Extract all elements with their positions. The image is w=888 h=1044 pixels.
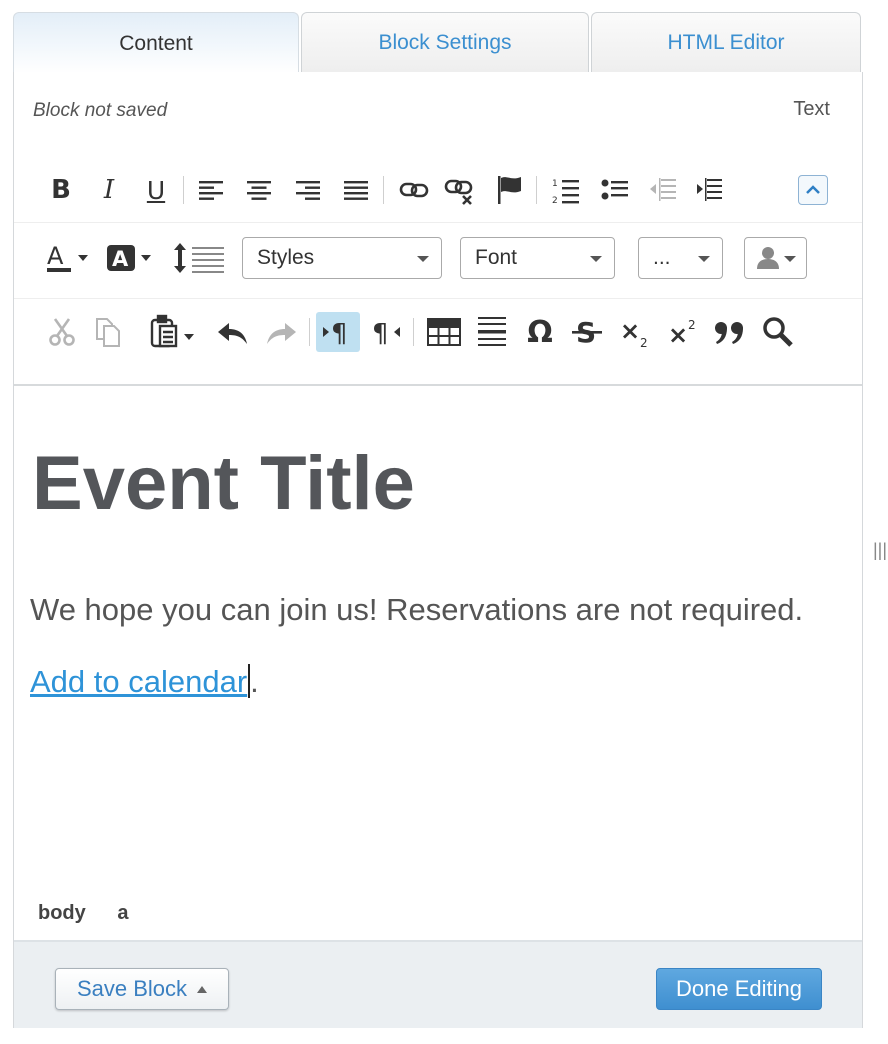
subscript-icon[interactable]: × 2 [618,314,652,350]
tab-html-editor[interactable]: HTML Editor [591,12,861,72]
body-paragraph[interactable]: We hope you can join us! Reservations ar… [30,592,803,628]
svg-text:¶: ¶ [372,319,389,346]
tab-content-label: Content [119,31,193,55]
align-center-icon[interactable] [245,176,273,204]
save-block-label: Save Block [76,976,188,1001]
done-editing-label: Done Editing [676,976,802,1001]
underline-icon[interactable]: U [141,174,171,206]
background-color-icon[interactable]: A [106,240,154,276]
paste-icon[interactable] [148,314,198,350]
toolbar-row-1-border [14,222,862,223]
chevron-down-icon [698,256,710,262]
svg-text:2: 2 [688,318,696,332]
personalize-dropdown[interactable] [744,237,807,279]
find-icon[interactable] [761,314,795,350]
align-left-icon[interactable] [197,176,225,204]
toolbar-divider [14,384,862,386]
horizontal-rule-icon[interactable] [476,314,508,350]
element-path-body[interactable]: body [38,902,86,924]
save-block-button[interactable]: Save Block [55,968,229,1010]
link-icon[interactable] [398,176,430,204]
toolbar-separator [183,176,184,204]
editor-panel [13,72,863,1028]
styles-dropdown-label: Styles [257,246,315,269]
toolbar-separator [383,176,384,204]
svg-text:2: 2 [640,336,648,349]
done-editing-button[interactable]: Done Editing [656,968,822,1010]
text-color-icon[interactable]: A [46,240,90,276]
anchor-flag-icon[interactable] [494,174,524,206]
bold-icon[interactable]: B [46,174,76,206]
align-right-icon[interactable] [294,176,322,204]
trailing-period: . [250,664,259,699]
svg-text:2: 2 [552,196,558,205]
tab-block-settings-label: Block Settings [378,30,512,54]
svg-text:1: 1 [552,179,558,189]
calendar-line[interactable]: Add to calendar. [30,664,259,700]
toolbar-separator [309,318,310,346]
caret-up-icon [197,985,208,993]
resize-handle-icon[interactable]: ||| [873,540,887,561]
editor-mode: Text [793,98,830,120]
outdent-icon[interactable] [648,176,678,204]
unlink-icon[interactable] [444,176,476,206]
size-dropdown[interactable]: ... [638,237,723,279]
line-height-icon[interactable] [172,240,226,276]
font-dropdown[interactable]: Font [460,237,615,279]
svg-text:×: × [668,321,688,349]
ltr-icon[interactable]: ¶ [316,312,360,352]
element-path-a[interactable]: a [117,902,128,924]
toolbar-row-2-border [14,298,862,299]
chevron-down-icon [784,256,796,262]
svg-text:A: A [47,242,64,270]
strikethrough-icon[interactable]: S [570,314,604,350]
chevron-down-icon [417,256,429,262]
chevron-down-icon [590,256,602,262]
personalize-icon [757,247,779,269]
undo-icon[interactable] [217,318,249,348]
superscript-icon[interactable]: × 2 [666,314,700,350]
blockquote-icon[interactable] [713,314,747,350]
special-char-icon[interactable]: Ω [522,314,558,350]
numbered-list-icon[interactable]: 12 [551,176,581,206]
toolbar-separator [536,176,537,204]
tab-html-editor-label: HTML Editor [667,30,785,54]
italic-icon[interactable]: I [94,174,124,206]
svg-text:¶: ¶ [331,319,348,346]
svg-text:×: × [620,317,640,345]
bulleted-list-icon[interactable] [600,176,630,204]
save-status: Block not saved [33,100,168,121]
styles-dropdown[interactable]: Styles [242,237,442,279]
cut-icon[interactable] [47,316,77,348]
indent-icon[interactable] [694,176,724,204]
rtl-icon[interactable]: ¶ [369,314,405,350]
redo-icon[interactable] [265,318,297,348]
copy-icon[interactable] [93,316,123,348]
tab-block-settings[interactable]: Block Settings [301,12,589,72]
tab-content[interactable]: Content [13,12,299,74]
toolbar-separator [413,318,414,346]
svg-text:A: A [112,247,129,271]
font-dropdown-label: Font [475,246,518,269]
event-title[interactable]: Event Title [32,440,415,527]
element-path: body a [38,902,154,925]
collapse-toolbar-icon[interactable] [798,175,828,205]
add-to-calendar-link[interactable]: Add to calendar [30,664,247,699]
table-icon[interactable] [426,316,462,348]
align-justify-icon[interactable] [342,176,370,204]
size-dropdown-label: ... [653,246,671,269]
